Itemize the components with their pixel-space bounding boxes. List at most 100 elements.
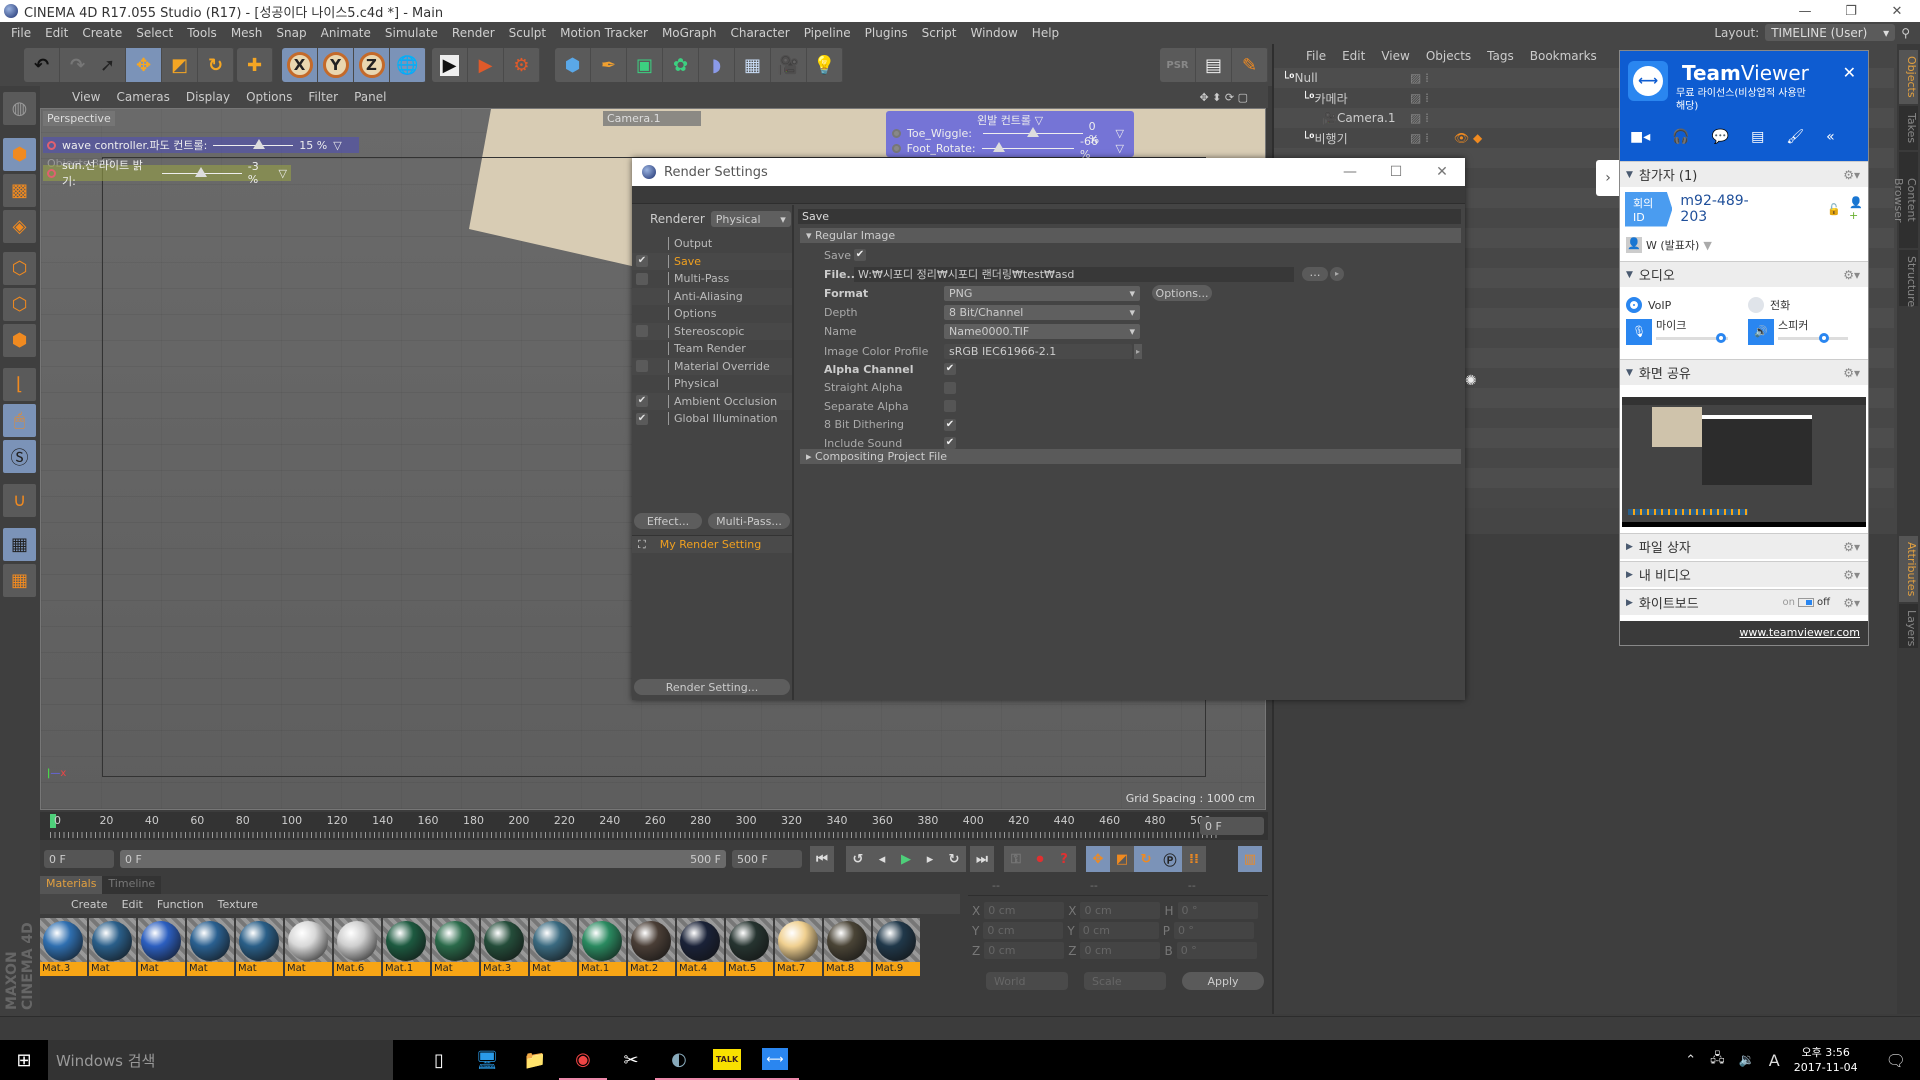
magnet-button[interactable]: ∪ bbox=[3, 484, 36, 517]
render-settings-item[interactable]: Physical bbox=[632, 375, 792, 392]
start-frame-field[interactable]: 0 F bbox=[44, 850, 114, 868]
close-button[interactable]: ✕ bbox=[1874, 0, 1920, 22]
visibility-toggle[interactable]: ▨ ⁞ bbox=[1410, 111, 1429, 125]
gear-icon[interactable]: ⚙▾ bbox=[1843, 366, 1860, 380]
rotate-tool[interactable]: ↻ bbox=[198, 48, 234, 82]
clock[interactable]: 오후 3:56 2017-11-04 bbox=[1794, 1045, 1858, 1075]
menu-pipeline[interactable]: Pipeline bbox=[797, 26, 858, 40]
tab-takes[interactable]: Takes bbox=[1899, 106, 1918, 150]
gear-icon[interactable]: ⚙▾ bbox=[1843, 568, 1860, 582]
hud-wave-controller[interactable]: wave controller.파도 컨트롤: 15 % ▽ bbox=[43, 137, 359, 153]
foot-control-hud[interactable]: 왼발 컨트롤 ▽ Toe_Wiggle: 0 % ▽ Foot_Rotate: … bbox=[886, 111, 1134, 161]
render-settings-item[interactable]: Team Render bbox=[632, 340, 792, 357]
option-checkbox[interactable]: ✔ bbox=[944, 437, 956, 449]
option-checkbox[interactable]: ✔ bbox=[944, 363, 956, 375]
taskbar-snipping-tool[interactable]: ✂ bbox=[607, 1040, 655, 1080]
slider-thumb[interactable] bbox=[194, 166, 207, 177]
slider-thumb[interactable] bbox=[992, 141, 1005, 152]
speaker-icon[interactable]: 🔊 bbox=[1748, 319, 1774, 345]
file-path-field[interactable]: W:₩시포디 정리₩시포디 랜더링₩test₩asd bbox=[854, 266, 1294, 282]
render-picture-viewer-button[interactable]: ▶ bbox=[468, 48, 504, 82]
menu-animate[interactable]: Animate bbox=[314, 26, 378, 40]
foot-rotate-row[interactable]: Foot_Rotate: -66 % ▽ bbox=[888, 135, 1128, 161]
recent-tool-button[interactable]: ✚ bbox=[237, 48, 273, 82]
move-tool[interactable]: ✥ bbox=[126, 48, 162, 82]
tweak-mode-button[interactable]: 🖱 bbox=[3, 404, 36, 437]
material-swatch[interactable]: Mat.7 bbox=[775, 918, 822, 976]
render-settings-item[interactable]: Material Override bbox=[632, 357, 792, 375]
option-checkbox[interactable]: ✔ bbox=[944, 418, 956, 431]
previous-frame-button[interactable]: ◂ bbox=[870, 846, 894, 872]
mic-volume-slider[interactable] bbox=[1656, 333, 1728, 343]
objmgr-menu-edit[interactable]: Edit bbox=[1334, 49, 1373, 63]
presenter-row[interactable]: 👤 W (발표자) ▼ bbox=[1626, 237, 1712, 253]
material-swatch[interactable]: Mat bbox=[138, 918, 185, 976]
y-axis-toggle[interactable]: Y bbox=[318, 48, 354, 82]
slider-thumb[interactable] bbox=[1819, 333, 1829, 343]
cloner-button[interactable]: ✿ bbox=[663, 48, 699, 82]
model-mode-button[interactable]: ⬢ bbox=[3, 138, 36, 171]
gear-icon[interactable]: ⚙▾ bbox=[1843, 540, 1860, 554]
picture-viewer-button[interactable]: ▤ bbox=[1196, 48, 1232, 82]
phone-radio[interactable] bbox=[1748, 297, 1764, 313]
save-checkbox[interactable]: ✔ bbox=[854, 249, 866, 261]
edges-mode-button[interactable]: ⬡ bbox=[3, 288, 36, 321]
material-swatch[interactable]: Mat bbox=[187, 918, 234, 976]
size-x-field[interactable]: 0 cm bbox=[1080, 902, 1161, 919]
phone-option[interactable]: 전화 bbox=[1748, 297, 1790, 313]
subdivision-button[interactable]: ▣ bbox=[627, 48, 663, 82]
render-setting-button[interactable]: Render Setting... bbox=[634, 679, 790, 695]
material-swatch[interactable]: Mat.3 bbox=[481, 918, 528, 976]
z-axis-toggle[interactable]: Z bbox=[354, 48, 390, 82]
render-settings-item[interactable]: Output bbox=[632, 235, 792, 252]
record-pla-toggle[interactable]: ⁞⁞ bbox=[1182, 846, 1206, 872]
next-frame-button[interactable]: ▸ bbox=[918, 846, 942, 872]
slider-thumb[interactable] bbox=[253, 138, 266, 149]
menu-mesh[interactable]: Mesh bbox=[224, 26, 270, 40]
timeline-window-button[interactable]: ▥ bbox=[1238, 846, 1262, 872]
taskbar-chrome[interactable]: ◉ bbox=[559, 1040, 607, 1080]
material-swatch[interactable]: Mat bbox=[530, 918, 577, 976]
camera-button[interactable]: 🎥 bbox=[771, 48, 807, 82]
option-checkbox[interactable] bbox=[944, 400, 956, 412]
visibility-toggle[interactable]: ▨ ⁞ bbox=[1410, 71, 1429, 85]
record-keys-button[interactable]: ⚿ bbox=[1004, 846, 1028, 872]
network-icon[interactable]: 🖧 bbox=[1710, 1049, 1725, 1071]
effect-button[interactable]: Effect... bbox=[634, 513, 702, 529]
tab-materials[interactable]: Materials bbox=[40, 876, 103, 894]
material-swatch[interactable]: Mat bbox=[236, 918, 283, 976]
material-swatch[interactable]: Mat.9 bbox=[873, 918, 920, 976]
layout-dropdown[interactable]: TIMELINE (User) ▾ bbox=[1765, 24, 1896, 41]
psr-button[interactable]: PSR bbox=[1160, 48, 1196, 82]
microphone-icon[interactable]: 🎙 bbox=[1626, 319, 1652, 345]
start-button[interactable]: ⊞ bbox=[0, 1040, 48, 1080]
light-button[interactable]: 💡 bbox=[807, 48, 843, 82]
menu-snap[interactable]: Snap bbox=[269, 26, 313, 40]
tab-objects[interactable]: Objects bbox=[1899, 50, 1918, 104]
tab-attributes[interactable]: Attributes bbox=[1899, 536, 1918, 602]
snap-settings-button[interactable]: Ⓢ bbox=[3, 440, 36, 473]
objmgr-menu-view[interactable]: View bbox=[1373, 49, 1417, 63]
show-hidden-icons-button[interactable]: ⌃ bbox=[1685, 1053, 1696, 1068]
minimize-button[interactable]: — bbox=[1327, 158, 1373, 186]
screen-share-preview[interactable] bbox=[1622, 397, 1866, 527]
render-settings-item[interactable]: Anti-Aliasing bbox=[632, 287, 792, 305]
voip-radio[interactable] bbox=[1626, 297, 1642, 313]
screen-share-section-header[interactable]: ▼ 화면 공유 ⚙▾ bbox=[1620, 359, 1868, 385]
depth-dropdown[interactable]: 8 Bit/Channel ▾ bbox=[944, 304, 1140, 320]
size-y-field[interactable]: 0 cm bbox=[1078, 922, 1159, 939]
viewport-navigation-icons[interactable]: ✥ ⬍ ⟳ ▢ bbox=[1199, 91, 1248, 104]
tab-layers[interactable]: Layers bbox=[1899, 604, 1918, 648]
menu-plugins[interactable]: Plugins bbox=[858, 26, 915, 40]
material-swatch[interactable]: Mat.2 bbox=[628, 918, 675, 976]
previous-key-button[interactable]: ↺ bbox=[846, 846, 870, 872]
render-settings-item[interactable]: ✔ Global Illumination bbox=[632, 410, 792, 427]
viewport-menu-filter[interactable]: Filter bbox=[300, 90, 346, 104]
render-view-button[interactable]: ▶ bbox=[432, 48, 468, 82]
apply-button[interactable]: Apply bbox=[1182, 972, 1264, 990]
unlock-icon[interactable]: 🔓 bbox=[1827, 203, 1841, 216]
gear-icon[interactable]: ⚙▾ bbox=[1843, 268, 1860, 282]
render-settings-item[interactable]: ✔ Ambient Occlusion bbox=[632, 392, 792, 410]
voip-option[interactable]: VoIP bbox=[1626, 297, 1671, 313]
collapse-double-chevron-icon[interactable]: « bbox=[1826, 129, 1835, 145]
